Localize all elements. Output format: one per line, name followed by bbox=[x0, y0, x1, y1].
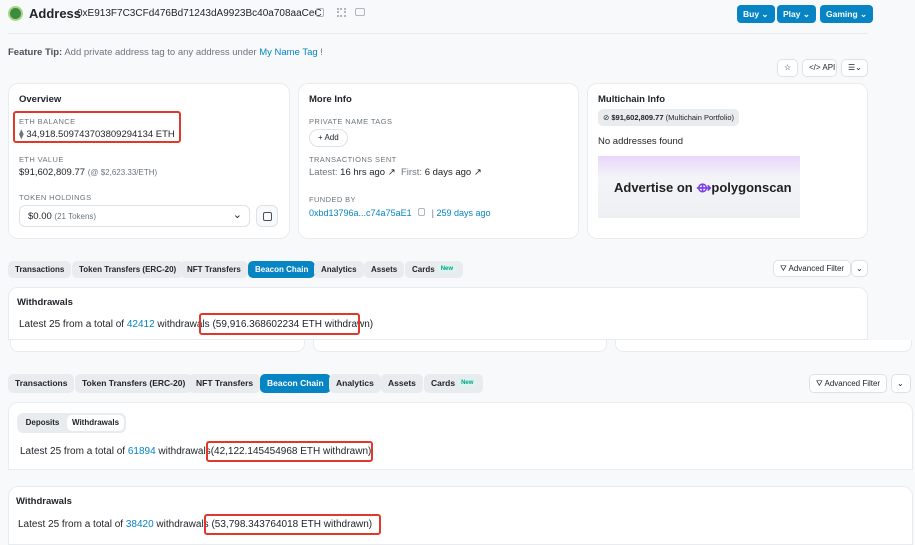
layers-icon bbox=[263, 212, 272, 221]
withdrawals-title-3: Withdrawals bbox=[16, 496, 72, 507]
withdrawals-panel-1 bbox=[8, 287, 868, 340]
beacon-subtabs: Deposits Withdrawals bbox=[17, 413, 126, 433]
play-button[interactable]: Play ⌄ bbox=[777, 5, 816, 23]
tab-beacon-chain-2[interactable]: Beacon Chain bbox=[260, 374, 331, 393]
tab-transactions-2[interactable]: Transactions bbox=[8, 374, 75, 393]
more-options-button[interactable]: ☰⌄ bbox=[841, 59, 868, 77]
tab-token-transfers-2[interactable]: Token Transfers (ERC-20) bbox=[75, 374, 193, 393]
tab-nft-transfers-2[interactable]: NFT Transfers bbox=[189, 374, 261, 393]
token-portfolio-button[interactable] bbox=[256, 205, 278, 227]
withdrawals-count-link[interactable]: 42412 bbox=[127, 319, 155, 330]
funded-age-link[interactable]: 259 days ago bbox=[436, 208, 490, 218]
more-info-title: More Info bbox=[309, 94, 352, 105]
address-avatar bbox=[8, 6, 23, 21]
chevron-down-icon: ⌄ bbox=[232, 209, 242, 221]
token-holdings-dropdown[interactable]: $0.00 (21 Tokens) ⌄ bbox=[19, 205, 250, 227]
filter-dropdown-button-2[interactable]: ⌄ bbox=[891, 374, 911, 393]
tab-cards-2[interactable]: Cards New bbox=[424, 374, 484, 393]
tab-token-transfers[interactable]: Token Transfers (ERC-20) bbox=[72, 261, 184, 278]
tab-analytics[interactable]: Analytics bbox=[314, 261, 364, 278]
tab-assets[interactable]: Assets bbox=[364, 261, 405, 278]
gaming-button[interactable]: Gaming ⌄ bbox=[820, 5, 874, 23]
filter-dropdown-button[interactable]: ⌄ bbox=[851, 260, 868, 277]
eth-value: $91,602,809.77 (@ $2,623.33/ETH) bbox=[19, 167, 158, 178]
header-divider bbox=[8, 33, 868, 34]
highlight-withdrawn-3 bbox=[204, 514, 381, 535]
favorite-button[interactable]: ☆ bbox=[777, 59, 798, 77]
funded-by-value: 0xbd13796a...c74a75aE1 | 259 days ago bbox=[309, 208, 491, 218]
api-button[interactable]: </> API bbox=[802, 59, 837, 77]
tab-analytics-2[interactable]: Analytics bbox=[329, 374, 381, 393]
overlay-card-edge-2 bbox=[313, 340, 607, 352]
polygon-logo-icon: ⟴ bbox=[696, 180, 712, 195]
withdrawals-count-link[interactable]: 38420 bbox=[126, 519, 154, 530]
advanced-filter-button[interactable]: ⛛ Advanced Filter bbox=[773, 260, 852, 277]
page-title: Address bbox=[29, 6, 82, 21]
highlight-eth-balance bbox=[13, 111, 181, 143]
new-badge: New bbox=[458, 379, 477, 388]
feature-tip-prefix: Feature Tip: bbox=[8, 47, 63, 58]
highlight-withdrawn-1 bbox=[199, 313, 360, 335]
subtab-deposits[interactable]: Deposits bbox=[19, 415, 66, 431]
transactions-sent-value: Latest: 16 hrs ago ↗ First: 6 days ago ↗ bbox=[309, 167, 482, 178]
withdrawals-panel-3 bbox=[8, 486, 913, 545]
tab-transactions[interactable]: Transactions bbox=[8, 261, 72, 278]
filter-icon: ⛛ bbox=[816, 379, 823, 388]
subtab-withdrawals[interactable]: Withdrawals bbox=[67, 415, 124, 431]
copy-icon[interactable] bbox=[418, 208, 426, 216]
code-icon: </> bbox=[809, 63, 821, 72]
chevron-down-icon: ⌄ bbox=[856, 264, 863, 273]
no-addresses-text: No addresses found bbox=[598, 136, 684, 147]
arrow-up-right-icon[interactable]: ↗ bbox=[474, 167, 482, 178]
my-name-tag-link[interactable]: My Name Tag bbox=[259, 47, 317, 58]
tab-cards[interactable]: Cards New bbox=[405, 261, 464, 278]
comment-icon[interactable] bbox=[355, 8, 365, 16]
highlight-withdrawn-2 bbox=[206, 441, 373, 462]
new-badge: New bbox=[437, 265, 457, 274]
portfolio-icon: ⊘ bbox=[603, 113, 610, 122]
star-icon: ☆ bbox=[784, 63, 792, 72]
transactions-sent-label: TRANSACTIONS SENT bbox=[309, 155, 397, 164]
tab-nft-transfers[interactable]: NFT Transfers bbox=[180, 261, 248, 278]
chevron-down-icon: ⌄ bbox=[897, 379, 904, 388]
advanced-filter-button-2[interactable]: ⛛ Advanced Filter bbox=[809, 374, 888, 393]
token-holdings-label: TOKEN HOLDINGS bbox=[19, 193, 92, 202]
multichain-title: Multichain Info bbox=[598, 94, 666, 105]
funder-address-link[interactable]: 0xbd13796a...c74a75aE1 bbox=[309, 208, 412, 218]
buy-button[interactable]: Buy ⌄ bbox=[737, 5, 775, 23]
funded-by-label: FUNDED BY bbox=[309, 195, 356, 204]
advertise-banner[interactable]: Advertise on ⟴polygonscan bbox=[598, 156, 800, 218]
overview-title: Overview bbox=[19, 94, 62, 105]
withdrawals-count-link[interactable]: 61894 bbox=[128, 446, 156, 457]
eth-value-label: ETH VALUE bbox=[19, 155, 64, 164]
private-name-tags-label: PRIVATE NAME TAGS bbox=[309, 117, 393, 126]
add-name-tag-button[interactable]: + Add bbox=[309, 129, 348, 147]
list-icon: ☰⌄ bbox=[848, 63, 862, 72]
arrow-up-right-icon[interactable]: ↗ bbox=[388, 167, 396, 178]
withdrawals-title-1: Withdrawals bbox=[17, 297, 73, 308]
filter-icon: ⛛ bbox=[780, 264, 787, 273]
qr-code-icon[interactable] bbox=[337, 8, 346, 17]
copy-icon[interactable] bbox=[316, 8, 324, 17]
tab-assets-2[interactable]: Assets bbox=[381, 374, 423, 393]
feature-tip: Feature Tip: Add private address tag to … bbox=[8, 47, 323, 58]
advertise-text: Advertise on ⟴polygonscan bbox=[614, 180, 792, 195]
token-holdings-value: $0.00 (21 Tokens) bbox=[28, 211, 97, 222]
multichain-portfolio-badge[interactable]: ⊘ $91,602,809.77 (Multichain Portfolio) bbox=[598, 109, 739, 126]
tab-beacon-chain[interactable]: Beacon Chain bbox=[248, 261, 316, 278]
address-hash[interactable]: 0xE913F7C3CFd476Bd71243dA9923Bc40a708aaC… bbox=[77, 8, 322, 19]
overlay-card-edge-3 bbox=[615, 340, 912, 352]
withdrawals-panel-2 bbox=[8, 402, 913, 470]
overlay-card-edge-1 bbox=[10, 340, 305, 352]
